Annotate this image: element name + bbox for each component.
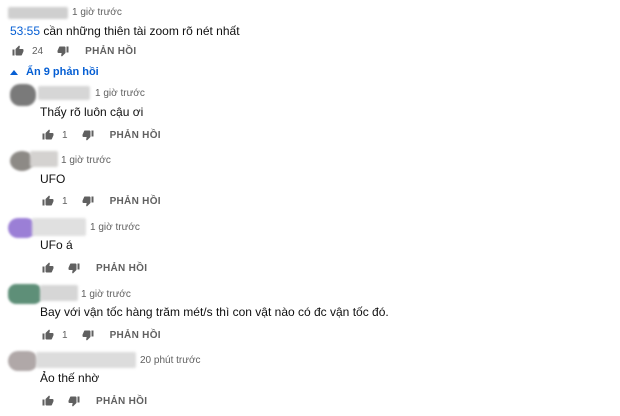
reply-text: UFo á (40, 238, 73, 252)
reply-actions: PHẢN HỒI (42, 394, 147, 408)
reply-button[interactable]: PHẢN HỒI (110, 130, 161, 141)
reply-text: Ảo thế nhờ (40, 371, 100, 385)
reply-actions: 1 PHẢN HỒI (42, 328, 161, 342)
avatar[interactable] (10, 84, 36, 106)
comment-body: cần những thiên tài zoom rõ nét nhất (40, 24, 240, 38)
like-count: 1 (62, 129, 68, 141)
hide-replies-toggle[interactable]: Ẩn 9 phản hồi (10, 66, 99, 78)
chevron-up-icon (10, 69, 18, 75)
thumbs-up-icon[interactable] (12, 45, 24, 57)
author-name-redacted[interactable] (32, 218, 86, 236)
like-count: 1 (62, 329, 68, 341)
thumbs-down-icon[interactable] (82, 129, 94, 141)
reply-text: UFO (40, 172, 66, 186)
reply-actions: PHẢN HỒI (42, 261, 147, 275)
comment-time[interactable]: 1 giờ trước (72, 7, 122, 18)
hide-replies-label: Ẩn 9 phản hồi (26, 66, 99, 78)
comment-text: 53:55 cần những thiên tài zoom rõ nét nh… (10, 24, 240, 38)
thumbs-down-icon[interactable] (68, 262, 80, 274)
author-name-redacted[interactable] (8, 7, 68, 19)
author-name-redacted[interactable] (40, 285, 78, 301)
thumbs-up-icon[interactable] (42, 129, 54, 141)
reply-time[interactable]: 1 giờ trước (81, 289, 131, 300)
reply-button[interactable]: PHẢN HỒI (110, 196, 161, 207)
comment-actions: 24 PHẢN HỒI (12, 44, 136, 58)
timestamp-link[interactable]: 53:55 (10, 24, 40, 38)
reply-actions: 1 PHẢN HỒI (42, 194, 161, 208)
thumbs-up-icon[interactable] (42, 329, 54, 341)
thumbs-up-icon[interactable] (42, 395, 54, 407)
avatar[interactable] (8, 351, 38, 371)
reply-button[interactable]: PHẢN HỒI (110, 330, 161, 341)
reply-actions: 1 PHẢN HỒI (42, 128, 161, 142)
author-name-redacted[interactable] (38, 86, 90, 100)
thumbs-up-icon[interactable] (42, 195, 54, 207)
reply-text: Thấy rõ luôn cậu ơi (40, 105, 144, 119)
thumbs-down-icon[interactable] (68, 395, 80, 407)
author-name-redacted[interactable] (36, 352, 136, 368)
reply-button[interactable]: PHẢN HỒI (96, 396, 147, 407)
thumbs-down-icon[interactable] (57, 45, 69, 57)
thumbs-down-icon[interactable] (82, 329, 94, 341)
avatar[interactable] (8, 284, 42, 304)
author-name-redacted[interactable] (30, 151, 58, 167)
thumbs-down-icon[interactable] (82, 195, 94, 207)
like-count: 24 (32, 45, 44, 57)
thumbs-up-icon[interactable] (42, 262, 54, 274)
reply-time[interactable]: 20 phút trước (140, 355, 201, 366)
reply-time[interactable]: 1 giờ trước (61, 155, 111, 166)
reply-text: Bay với vận tốc hàng trăm mét/s thì con … (40, 305, 389, 319)
like-count: 1 (62, 195, 68, 207)
reply-button[interactable]: PHẢN HỒI (96, 263, 147, 274)
reply-button[interactable]: PHẢN HỒI (85, 46, 136, 57)
reply-time[interactable]: 1 giờ trước (90, 222, 140, 233)
reply-time[interactable]: 1 giờ trước (95, 88, 145, 99)
